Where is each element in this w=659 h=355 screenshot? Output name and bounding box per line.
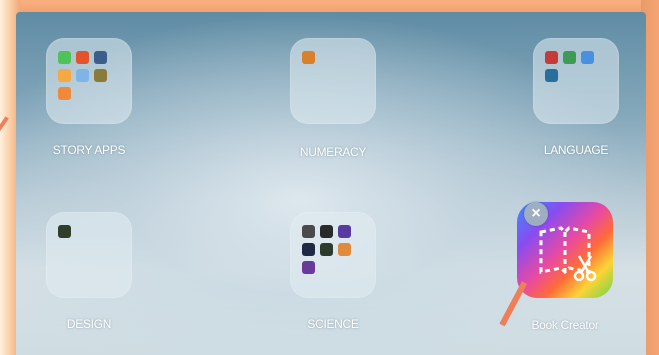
folder-label-language: LANGUAGE bbox=[543, 143, 609, 157]
app-icon-red bbox=[76, 51, 89, 64]
app-icon-blue bbox=[94, 51, 107, 64]
app-icon-teal-lang bbox=[545, 69, 558, 82]
folder-story-apps[interactable] bbox=[46, 38, 132, 124]
app-icon-green-lang bbox=[563, 51, 576, 64]
app-icon-sci-6 bbox=[338, 243, 351, 256]
app-icon-orange-plus bbox=[58, 87, 71, 100]
folder-label-story-apps: STORY APPS bbox=[52, 143, 126, 157]
app-icon-lightblue bbox=[76, 69, 89, 82]
app-icon-sci-3 bbox=[338, 225, 351, 238]
app-icon-sci-4 bbox=[302, 243, 315, 256]
folder-design[interactable] bbox=[46, 212, 132, 298]
app-icon-olive bbox=[94, 69, 107, 82]
app-icon-orange bbox=[58, 69, 71, 82]
folder-numeracy[interactable] bbox=[290, 38, 376, 124]
app-icon-messages bbox=[58, 51, 71, 64]
app-icon-sci-7 bbox=[302, 261, 315, 274]
folder-label-numeracy: NUMERACY bbox=[299, 145, 367, 159]
ipad-home-screen: STORY APPS NUMERACY LANGUAGE DESIGN SCIE… bbox=[16, 12, 646, 355]
app-label-book-creator: Book Creator bbox=[531, 318, 599, 332]
app-icon-blue-lang bbox=[581, 51, 594, 64]
app-icon-sci-2 bbox=[320, 225, 333, 238]
folder-label-science: SCIENCE bbox=[307, 317, 359, 331]
folder-language[interactable] bbox=[533, 38, 619, 124]
app-icon-sci-5 bbox=[320, 243, 333, 256]
app-icon-numeracy bbox=[302, 51, 315, 64]
delete-app-button[interactable]: × bbox=[524, 202, 548, 226]
app-icon-design bbox=[58, 225, 71, 238]
app-icon-sci-1 bbox=[302, 225, 315, 238]
app-icon-red-lang bbox=[545, 51, 558, 64]
folder-label-design: DESIGN bbox=[66, 317, 112, 331]
folder-science[interactable] bbox=[290, 212, 376, 298]
